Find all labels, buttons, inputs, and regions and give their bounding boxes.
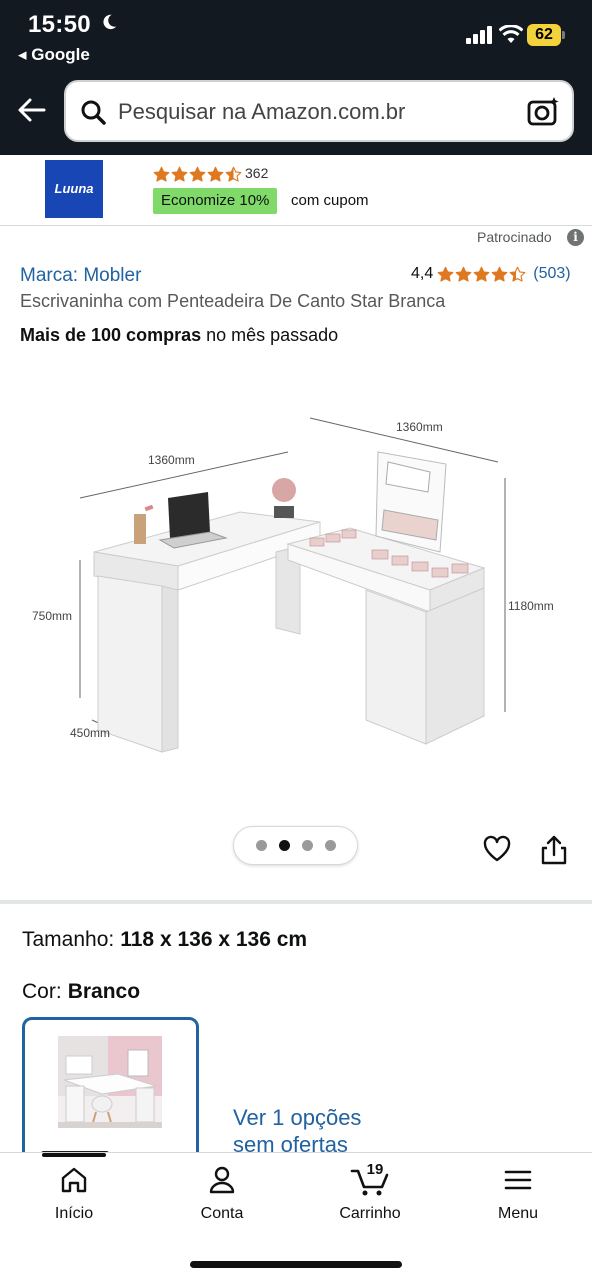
nav-item-menu[interactable]: Menu: [444, 1153, 592, 1248]
nav-label-cart: Carrinho: [339, 1205, 401, 1222]
star-icon: [207, 166, 224, 182]
see-options-line1: Ver 1 opções: [233, 1105, 362, 1130]
star-icon: [189, 166, 206, 182]
star-icon: [437, 266, 454, 282]
review-count-link[interactable]: (503): [533, 265, 570, 283]
carousel-dot[interactable]: [302, 840, 313, 851]
home-icon: [61, 1167, 87, 1193]
star-icon: [509, 266, 526, 282]
menu-icon: [504, 1170, 532, 1190]
moon-icon: [103, 14, 117, 30]
nav-item-account[interactable]: Conta: [148, 1153, 296, 1248]
info-icon[interactable]: i: [567, 229, 584, 246]
nav-label-menu: Menu: [497, 1205, 539, 1222]
purchase-count-rest: no mês passado: [201, 325, 339, 345]
product-image[interactable]: 1360mm 1360mm 750mm 1180mm 450mm: [20, 380, 572, 760]
share-icon[interactable]: [540, 834, 568, 866]
image-carousel-indicator[interactable]: [233, 826, 358, 865]
sponsor-rating-count: 362: [245, 165, 269, 181]
coupon-badge: Economize 10%: [153, 188, 278, 214]
brand-link[interactable]: Marca: Mobler: [20, 265, 141, 287]
cart-count-badge: 19: [366, 1161, 384, 1178]
sponsor-rating-stars: [153, 165, 242, 183]
color-swatch-branco[interactable]: [22, 1017, 199, 1167]
wifi-icon: [499, 25, 523, 43]
back-to-app-link[interactable]: ◂ Google: [18, 45, 90, 65]
signal-icon: [466, 26, 492, 44]
color-value: Branco: [67, 980, 141, 1003]
heart-icon[interactable]: [482, 834, 512, 864]
carousel-dot[interactable]: [279, 840, 290, 851]
product-title: Escrivaninha com Penteadeira De Canto St…: [20, 291, 446, 311]
swatch-thumbnail: [58, 1036, 162, 1128]
sponsored-brand-banner[interactable]: Luuna 362 Economize 10% com cupom: [0, 155, 592, 226]
search-icon: [81, 100, 106, 125]
coupon-text: com cupom: [291, 192, 369, 209]
star-icon: [225, 166, 242, 182]
camera-search-icon[interactable]: [527, 95, 561, 127]
star-icon: [171, 166, 188, 182]
brand-logo[interactable]: Luuna: [45, 160, 103, 218]
color-selection: Cor: Branco: [22, 980, 140, 1004]
account-icon: [209, 1166, 235, 1194]
status-time: 15:50: [28, 11, 91, 38]
star-icon: [473, 266, 490, 282]
active-indicator: [42, 1153, 106, 1157]
dim-label-depth: 450mm: [70, 726, 110, 740]
search-bar[interactable]: [64, 80, 574, 142]
product-rating-stars: [437, 266, 526, 283]
nav-label-account: Conta: [200, 1205, 244, 1222]
carousel-dot[interactable]: [256, 840, 267, 851]
nav-item-home[interactable]: Início: [0, 1153, 148, 1248]
home-indicator[interactable]: [190, 1261, 402, 1268]
color-label: Cor:: [22, 980, 62, 1003]
app-header: 15:50 ◂ Google 62: [0, 0, 592, 155]
dim-label-width-left: 1360mm: [148, 453, 195, 467]
see-options-link[interactable]: Ver 1 opções sem ofertas: [233, 1104, 361, 1158]
size-label: Tamanho:: [22, 928, 115, 951]
dim-label-height-right: 1180mm: [508, 599, 554, 613]
star-icon: [455, 266, 472, 282]
purchase-count: Mais de 100 compras no mês passado: [20, 325, 338, 346]
size-selection: Tamanho: 118 x 136 x 136 cm: [22, 928, 307, 952]
search-input[interactable]: [118, 96, 518, 128]
battery-nub: [562, 31, 565, 39]
rating-value: 4,4: [411, 265, 434, 282]
nav-label-home: Início: [54, 1205, 94, 1222]
star-icon: [153, 166, 170, 182]
battery-indicator: 62: [527, 24, 565, 46]
dim-label-height-left: 750mm: [32, 609, 72, 623]
dim-label-width-right: 1360mm: [396, 420, 443, 434]
size-value: 118 x 136 x 136 cm: [120, 928, 308, 951]
star-icon: [491, 266, 508, 282]
product-rating[interactable]: 4,4 (503): [411, 264, 571, 284]
back-arrow-icon[interactable]: [14, 92, 50, 128]
purchase-count-bold: Mais de 100 compras: [20, 325, 202, 345]
sponsored-label: Patrocinado: [477, 229, 552, 245]
battery-level: 62: [527, 24, 561, 46]
carousel-dot[interactable]: [325, 840, 336, 851]
section-divider: [0, 900, 592, 904]
